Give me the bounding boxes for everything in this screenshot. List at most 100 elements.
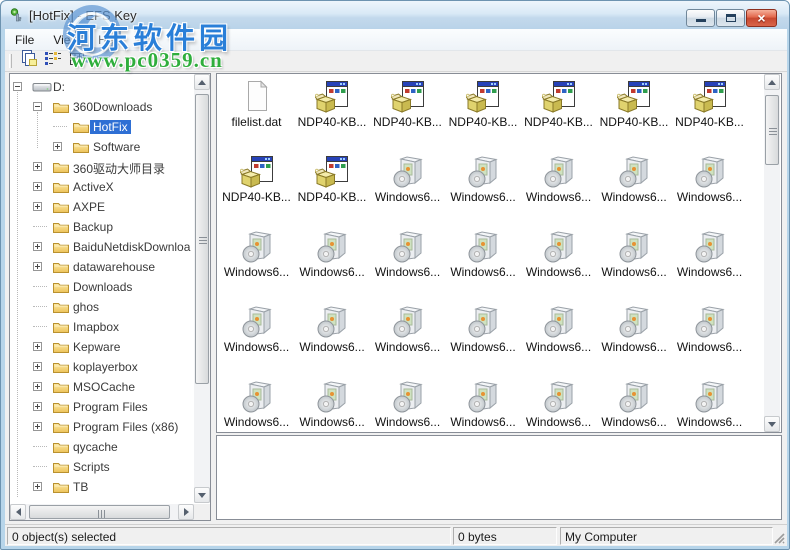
expand-icon[interactable] — [33, 182, 42, 191]
file-item[interactable]: NDP40-KB... — [521, 77, 596, 133]
tree-item-label[interactable]: Kepware — [70, 340, 123, 354]
tree-item-axpe[interactable]: AXPE — [10, 197, 194, 217]
file-item[interactable]: NDP40-KB... — [672, 77, 747, 133]
file-item[interactable]: Windows6... — [219, 377, 294, 432]
file-item[interactable]: Windows6... — [295, 302, 370, 358]
tree-item-imapbox[interactable]: Imapbox — [10, 317, 194, 337]
tree-item-label[interactable]: Scripts — [70, 460, 113, 474]
file-item[interactable]: Windows6... — [672, 377, 747, 432]
tree-item-label[interactable]: Software — [90, 140, 143, 154]
file-item[interactable]: Windows6... — [295, 227, 370, 283]
file-item[interactable]: Windows6... — [672, 152, 747, 208]
tree-vscrollbar[interactable] — [194, 74, 210, 503]
file-item[interactable]: Windows6... — [219, 227, 294, 283]
tree-item-label[interactable]: MSOCache — [70, 380, 138, 394]
expand-icon[interactable] — [33, 362, 42, 371]
file-item[interactable]: NDP40-KB... — [597, 77, 672, 133]
menu-view[interactable]: View — [44, 30, 88, 50]
file-item[interactable]: Windows6... — [597, 302, 672, 358]
expand-icon[interactable] — [33, 422, 42, 431]
tree-item-label[interactable]: Program Files — [70, 400, 151, 414]
tree-item-program-files[interactable]: Program Files — [10, 397, 194, 417]
tree-item-tb[interactable]: TB — [10, 477, 194, 497]
expand-icon[interactable] — [33, 202, 42, 211]
tree-item-label[interactable]: Downloads — [70, 280, 135, 294]
tree-item-label[interactable]: ActiveX — [70, 180, 117, 194]
file-item[interactable]: Windows6... — [672, 302, 747, 358]
tree-item-360downloads[interactable]: 360Downloads — [10, 97, 194, 117]
collapse-icon[interactable] — [33, 102, 42, 111]
tree-item-label[interactable]: ghos — [70, 300, 102, 314]
file-item[interactable]: Windows6... — [597, 227, 672, 283]
close-button[interactable]: × — [746, 9, 777, 27]
tree-item-backup[interactable]: Backup — [10, 217, 194, 237]
tree-scroll-down-button[interactable] — [194, 487, 210, 503]
tree-hscrollbar[interactable] — [10, 504, 194, 520]
copy-button[interactable] — [17, 50, 41, 71]
tree-item-label[interactable]: Backup — [70, 220, 116, 234]
tree-item-scripts[interactable]: Scripts — [10, 457, 194, 477]
tree-item-label[interactable]: Imapbox — [70, 320, 122, 334]
file-item[interactable]: Windows6... — [446, 227, 521, 283]
file-item[interactable]: Windows6... — [521, 152, 596, 208]
tree-item-baidunetdiskdownloa[interactable]: BaiduNetdiskDownloa — [10, 237, 194, 257]
file-item[interactable]: NDP40-KB... — [446, 77, 521, 133]
tree-item-msocache[interactable]: MSOCache — [10, 377, 194, 397]
tree-scroll-right-button[interactable] — [178, 504, 194, 520]
tree-item-hotfix[interactable]: HotFix — [10, 117, 194, 137]
tree-item-label[interactable]: HotFix — [90, 120, 131, 134]
file-item[interactable]: Windows6... — [370, 302, 445, 358]
tree-item-software[interactable]: Software — [10, 137, 194, 157]
file-item[interactable]: NDP40-KB... — [370, 77, 445, 133]
minimize-button[interactable] — [686, 9, 715, 27]
tree-item-partial[interactable] — [10, 497, 194, 503]
maximize-button[interactable] — [716, 9, 745, 27]
resize-grip-icon[interactable] — [772, 531, 785, 544]
tree-hscroll-thumb[interactable] — [29, 505, 170, 519]
files-scroll-down-button[interactable] — [764, 416, 780, 432]
file-item[interactable]: Windows6... — [370, 227, 445, 283]
tree-item-label[interactable]: koplayerbox — [70, 360, 141, 374]
titlebar[interactable]: [HotFix] - EFS Key × — [1, 1, 789, 29]
file-item[interactable]: Windows6... — [446, 377, 521, 432]
file-item[interactable]: Windows6... — [446, 302, 521, 358]
expand-icon[interactable] — [33, 162, 42, 171]
expand-icon[interactable] — [33, 262, 42, 271]
expand-icon[interactable] — [33, 402, 42, 411]
tree-item-downloads[interactable]: Downloads — [10, 277, 194, 297]
collapse-icon[interactable] — [13, 82, 22, 91]
details-view-button[interactable] — [65, 52, 89, 71]
file-item[interactable]: Windows6... — [672, 227, 747, 283]
tree-item-koplayerbox[interactable]: koplayerbox — [10, 357, 194, 377]
tree-item-label[interactable]: Program Files (x86) — [70, 420, 181, 434]
file-item[interactable]: Windows6... — [521, 227, 596, 283]
list-view-button[interactable] — [41, 52, 65, 71]
menu-file[interactable]: File — [6, 30, 43, 50]
files-scroll-up-button[interactable] — [764, 74, 780, 90]
tree-item-label[interactable]: 360Downloads — [70, 100, 155, 114]
tree-item-qycache[interactable]: qycache — [10, 437, 194, 457]
tree-item-label[interactable]: 360驱动大师目录 — [70, 160, 168, 177]
tree-item-datawarehouse[interactable]: datawarehouse — [10, 257, 194, 277]
file-item[interactable]: Windows6... — [521, 377, 596, 432]
tree-item-360驱动大师目录[interactable]: 360驱动大师目录 — [10, 157, 194, 177]
expand-icon[interactable] — [33, 482, 42, 491]
file-item[interactable]: filelist.dat — [219, 77, 294, 133]
tree-item-program-files-x86-[interactable]: Program Files (x86) — [10, 417, 194, 437]
tree-scroll-left-button[interactable] — [10, 504, 26, 520]
tree-item-label[interactable]: datawarehouse — [70, 260, 158, 274]
tree-item-label[interactable]: BaiduNetdiskDownloa — [70, 240, 193, 254]
file-item[interactable]: Windows6... — [521, 302, 596, 358]
tree-item-d-[interactable]: D: — [10, 77, 194, 97]
expand-icon[interactable] — [33, 342, 42, 351]
file-item[interactable]: NDP40-KB... — [219, 152, 294, 208]
file-item[interactable]: NDP40-KB... — [295, 152, 370, 208]
files-vscrollbar[interactable] — [764, 74, 780, 432]
file-item[interactable]: Windows6... — [295, 377, 370, 432]
menu-help[interactable]: Help — [89, 30, 132, 50]
tree-item-label[interactable]: AXPE — [70, 200, 108, 214]
file-item[interactable]: Windows6... — [446, 152, 521, 208]
tree-vscroll-thumb[interactable] — [195, 94, 209, 384]
tree-item-label[interactable]: D: — [50, 80, 68, 94]
file-item[interactable]: NDP40-KB... — [295, 77, 370, 133]
